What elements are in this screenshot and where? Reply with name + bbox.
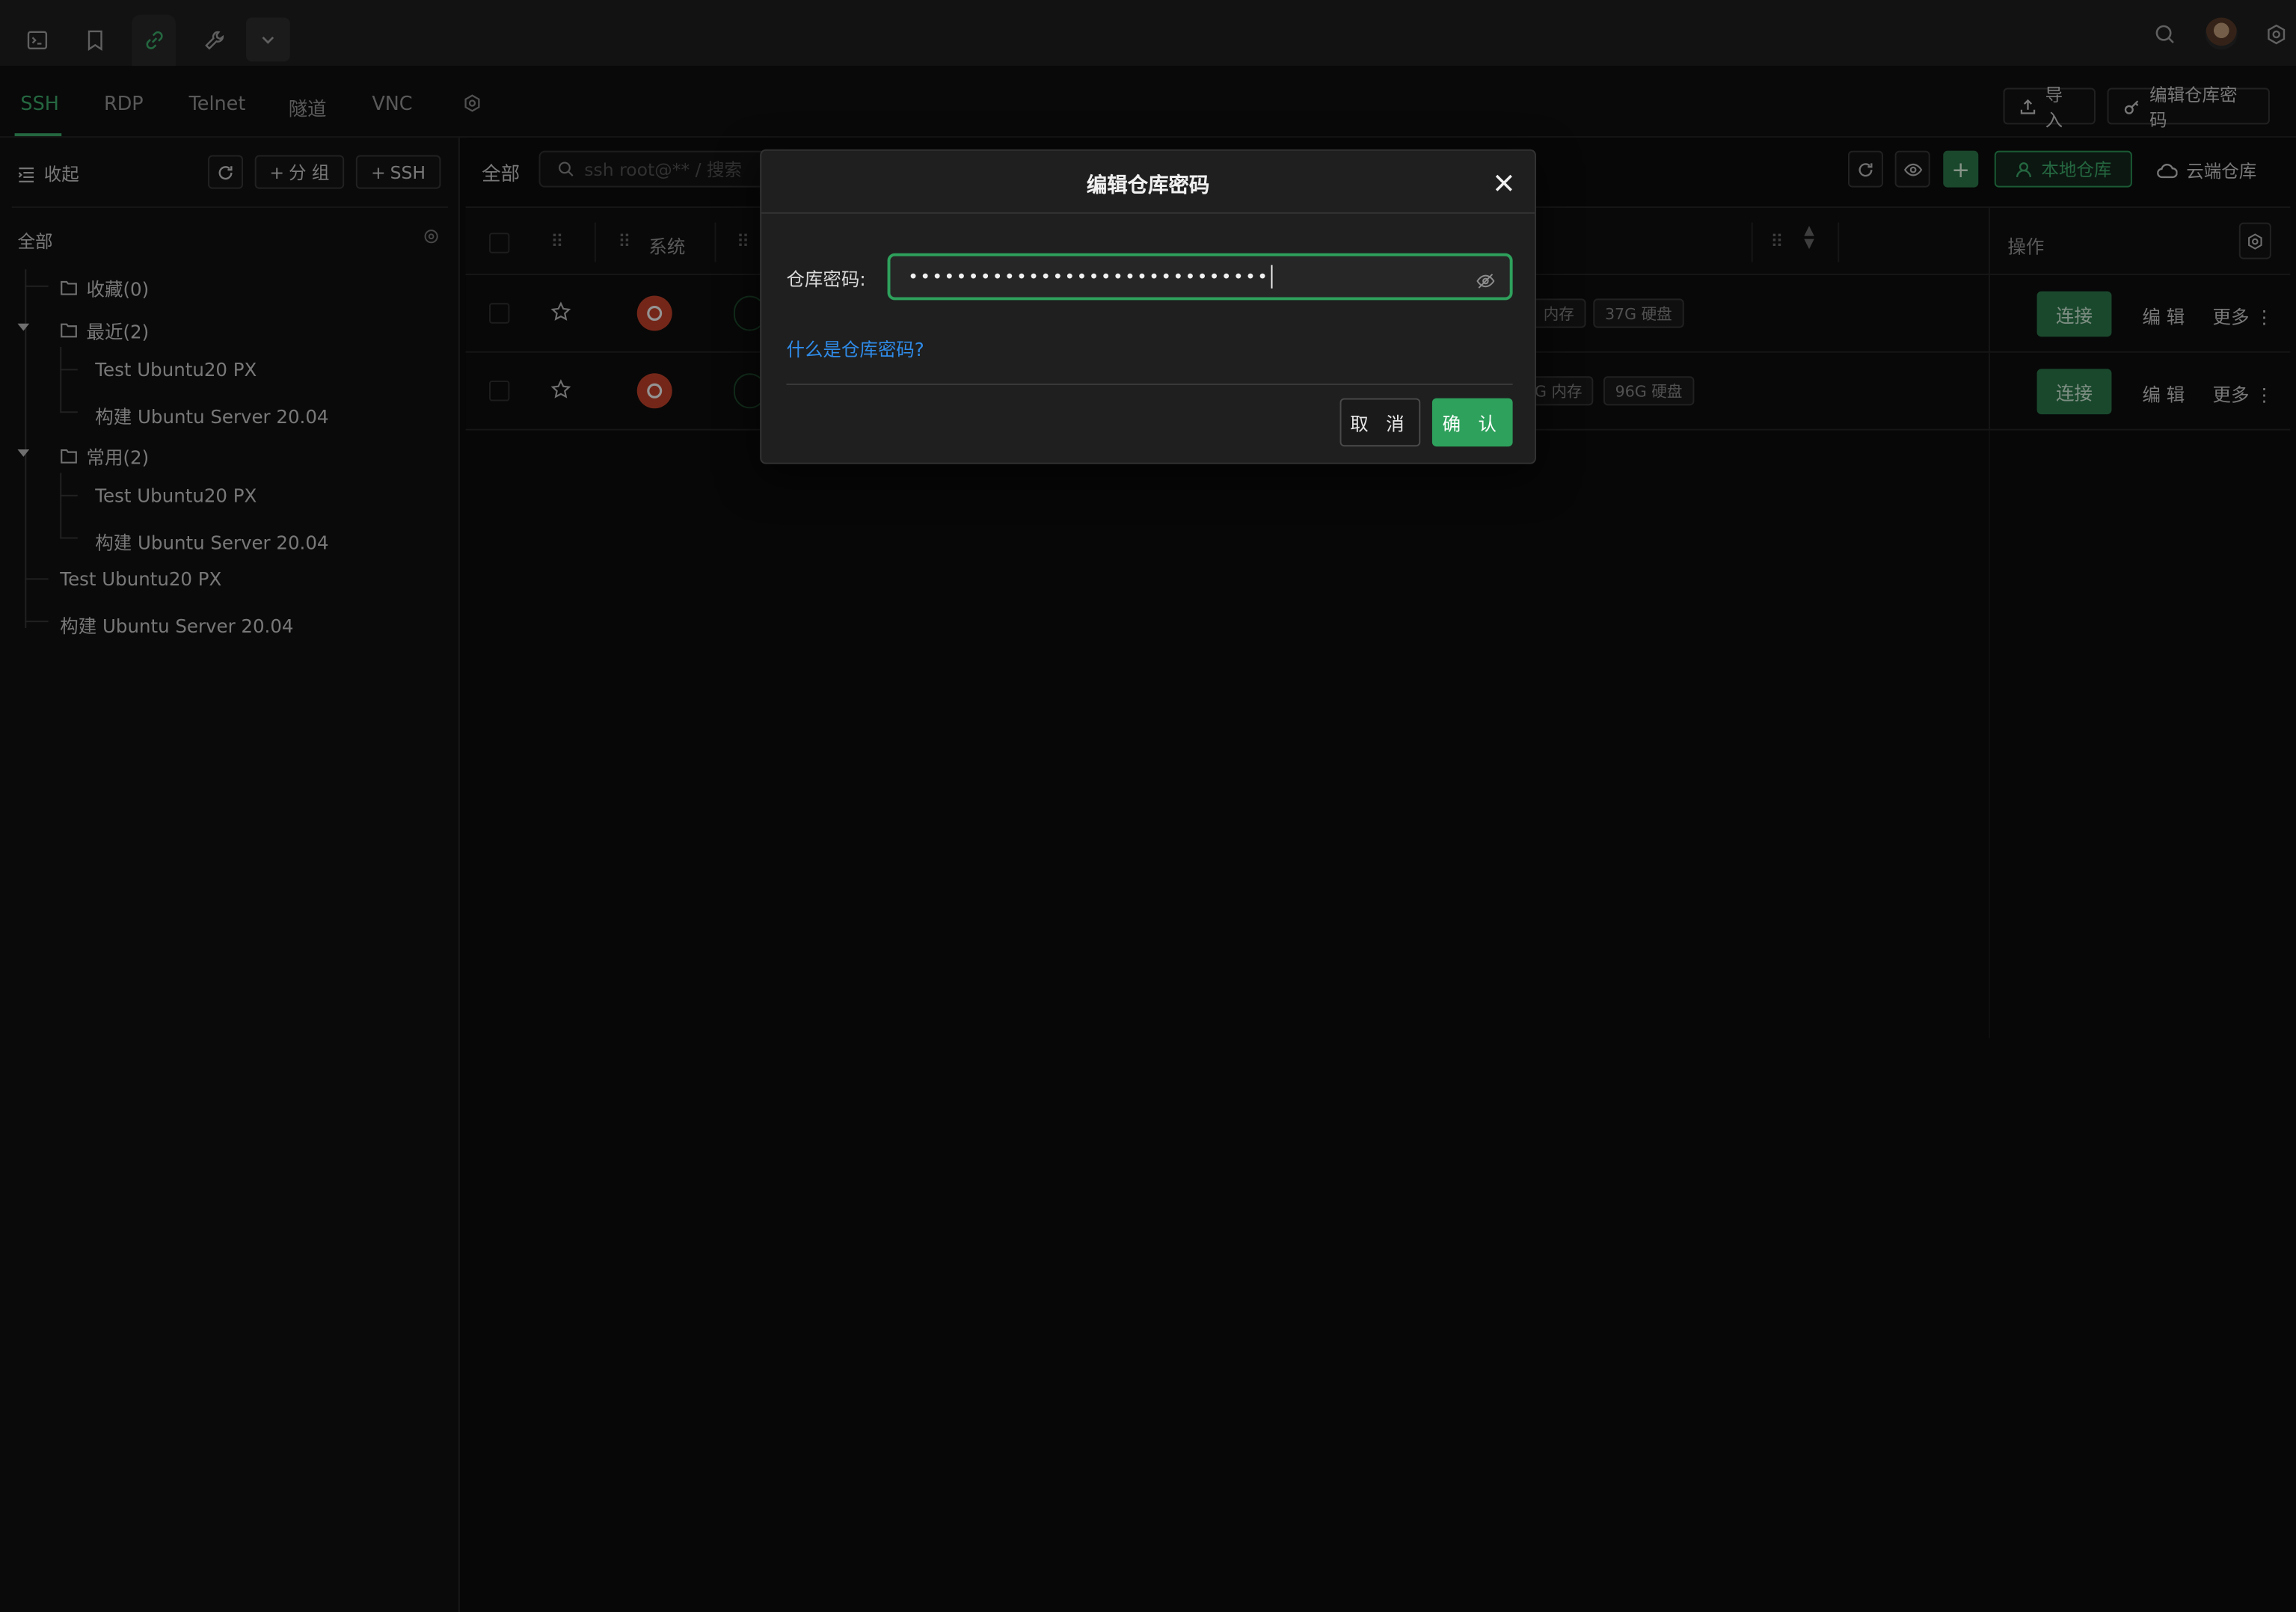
divider bbox=[786, 383, 1513, 385]
dialog-title: 编辑仓库密码 bbox=[1086, 174, 1210, 198]
confirm-button[interactable]: 确 认 bbox=[1431, 398, 1513, 447]
eye-off-icon[interactable] bbox=[1476, 268, 1495, 295]
divider bbox=[761, 212, 1535, 214]
close-icon[interactable] bbox=[1489, 168, 1518, 197]
what-is-repo-password-link[interactable]: 什么是仓库密码? bbox=[786, 333, 924, 361]
password-field[interactable]: •••••••••••••••••••••••••••••• bbox=[887, 253, 1513, 301]
password-label: 仓库密码: bbox=[786, 268, 866, 290]
password-value: •••••••••••••••••••••••••••••• bbox=[907, 266, 1270, 287]
text-cursor bbox=[1271, 265, 1273, 289]
edit-repo-password-dialog: 编辑仓库密码 仓库密码: •••••••••••••••••••••••••••… bbox=[760, 149, 1536, 464]
cancel-button[interactable]: 取 消 bbox=[1339, 398, 1421, 447]
